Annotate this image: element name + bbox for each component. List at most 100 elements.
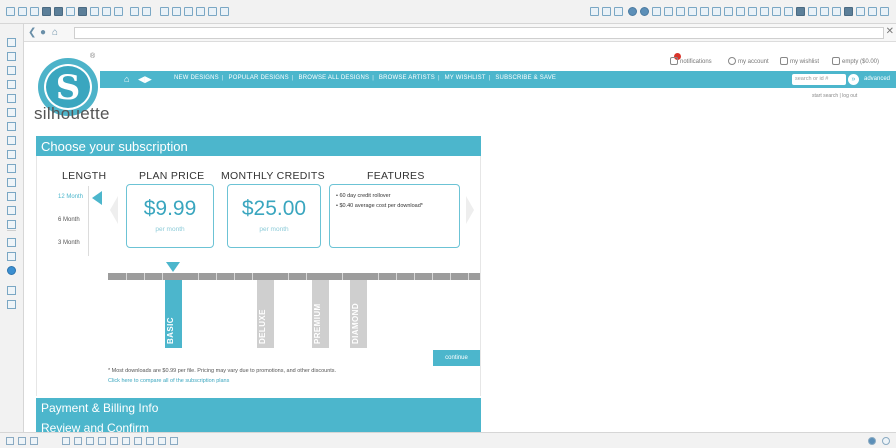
copy-icon[interactable]	[102, 7, 111, 16]
edit-points-icon[interactable]	[7, 52, 16, 61]
my-account-link[interactable]: my account	[728, 57, 769, 65]
pattern-icon[interactable]	[688, 7, 697, 16]
length-option-12-month[interactable]: 12 Month	[58, 194, 83, 200]
select-icon[interactable]	[160, 7, 169, 16]
line-icon[interactable]	[652, 7, 661, 16]
grid-icon[interactable]	[220, 7, 229, 16]
zoom-in-icon[interactable]	[172, 7, 181, 16]
tier-slider-track[interactable]	[108, 273, 480, 280]
nav-popular-designs[interactable]: POPULAR DESIGNS	[229, 75, 289, 81]
zoom-in-status-icon[interactable]	[18, 437, 26, 445]
continue-button[interactable]: continue	[433, 350, 480, 366]
advanced-search-link[interactable]: advanced	[864, 76, 890, 82]
design-store-icon[interactable]	[844, 7, 853, 16]
search-button[interactable]: »	[848, 74, 859, 85]
release-icon[interactable]	[98, 437, 106, 445]
ellipse-tool-icon[interactable]	[7, 136, 16, 145]
smooth-tool-icon[interactable]	[7, 164, 16, 173]
grid-view-icon[interactable]	[7, 300, 16, 309]
forward-icon[interactable]: ●	[40, 27, 46, 39]
polygon-tool-icon[interactable]	[7, 80, 16, 89]
library-icon[interactable]	[42, 7, 51, 16]
help-icon[interactable]	[880, 7, 889, 16]
tier-premium[interactable]: PREMIUM	[312, 280, 329, 348]
payment-billing-section[interactable]: Payment & Billing Info	[36, 398, 481, 418]
group-icon[interactable]	[62, 437, 70, 445]
ungroup-icon[interactable]	[74, 437, 82, 445]
length-option-3-month[interactable]: 3 Month	[58, 240, 80, 246]
pan-icon[interactable]	[208, 7, 217, 16]
open-file-icon[interactable]	[18, 7, 27, 16]
nav-browse-all-designs[interactable]: BROWSE ALL DESIGNS	[299, 75, 370, 81]
nav-subscribe-save[interactable]: SUBSCRIBE & SAVE	[495, 75, 556, 81]
tier-basic[interactable]: BASIC	[165, 280, 182, 348]
search-input[interactable]: search or id #	[792, 74, 846, 85]
paste-icon[interactable]	[114, 7, 123, 16]
cart-link[interactable]: empty ($0.00)	[832, 57, 879, 65]
delete-icon[interactable]	[122, 437, 130, 445]
knife-tool-icon[interactable]	[7, 206, 16, 215]
zoom-fit-icon[interactable]	[196, 7, 205, 16]
toggle-nav-icon[interactable]: ◀▶	[138, 74, 152, 84]
settings-icon[interactable]	[868, 7, 877, 16]
review-confirm-section[interactable]: Review and Confirm	[36, 418, 481, 432]
cut-settings-icon[interactable]	[784, 7, 793, 16]
undo-icon[interactable]	[130, 7, 139, 16]
rotate-icon[interactable]	[170, 437, 178, 445]
knife-icon[interactable]	[820, 7, 829, 16]
carousel-next-icon[interactable]	[466, 196, 474, 224]
close-icon[interactable]: ✕	[886, 26, 894, 37]
color-dot-icon[interactable]	[628, 7, 637, 16]
nav-browse-artists[interactable]: BROWSE ARTISTS	[379, 75, 435, 81]
my-wishlist-link[interactable]: my wishlist	[780, 57, 819, 65]
send-icon[interactable]	[78, 7, 87, 16]
slider-pointer-icon[interactable]	[166, 262, 180, 272]
zoom-out-icon[interactable]	[184, 7, 193, 16]
rectangle-tool-icon[interactable]	[7, 122, 16, 131]
shadow-icon[interactable]	[664, 7, 673, 16]
status-settings-icon[interactable]	[868, 437, 876, 445]
arc-tool-icon[interactable]	[7, 108, 16, 117]
trace-icon[interactable]	[772, 7, 781, 16]
library-view-icon[interactable]	[7, 252, 16, 261]
replicate-icon[interactable]	[736, 7, 745, 16]
text-icon[interactable]	[712, 7, 721, 16]
text-tool-icon[interactable]	[7, 178, 16, 187]
zoom-out-status-icon[interactable]	[6, 437, 14, 445]
compare-plans-link[interactable]: Click here to compare all of the subscri…	[108, 378, 229, 384]
offset-icon[interactable]	[760, 7, 769, 16]
store-view-icon[interactable]	[7, 266, 16, 275]
eraser-tool-icon[interactable]	[7, 192, 16, 201]
pointer-tool-icon[interactable]	[7, 38, 16, 47]
nav-new-designs[interactable]: NEW DESIGNS	[174, 75, 219, 81]
freehand-tool-icon[interactable]	[7, 150, 16, 159]
carousel-prev-icon[interactable]	[110, 196, 118, 224]
list-view-icon[interactable]	[7, 286, 16, 295]
layout-icon[interactable]	[602, 7, 611, 16]
send-to-icon[interactable]	[796, 7, 805, 16]
nav-my-wishlist[interactable]: MY WISHLIST	[445, 75, 486, 81]
home-icon[interactable]: ⌂	[52, 27, 58, 39]
align-icon[interactable]	[134, 437, 142, 445]
library-panel-icon[interactable]	[856, 7, 865, 16]
panel-icon[interactable]	[590, 7, 599, 16]
notifications-link[interactable]: notifications	[670, 57, 712, 65]
line-tool-icon[interactable]	[7, 66, 16, 75]
flip-icon[interactable]	[158, 437, 166, 445]
home-nav-icon[interactable]: ⌂	[124, 74, 129, 84]
modify-icon[interactable]	[748, 7, 757, 16]
transform-icon[interactable]	[724, 7, 733, 16]
pencil-tool-icon[interactable]	[7, 220, 16, 229]
fit-status-icon[interactable]	[30, 437, 38, 445]
account-sub-links[interactable]: start search | log out	[812, 93, 857, 99]
length-option-6-month[interactable]: 6 Month	[58, 217, 80, 223]
duplicate-icon[interactable]	[110, 437, 118, 445]
status-help-icon[interactable]	[882, 437, 890, 445]
url-field[interactable]	[74, 27, 884, 39]
store-icon[interactable]	[54, 7, 63, 16]
tier-deluxe[interactable]: DELUXE	[257, 280, 274, 348]
page-icon[interactable]	[700, 7, 709, 16]
new-file-icon[interactable]	[6, 7, 15, 16]
print-icon[interactable]	[66, 7, 75, 16]
redo-icon[interactable]	[142, 7, 151, 16]
